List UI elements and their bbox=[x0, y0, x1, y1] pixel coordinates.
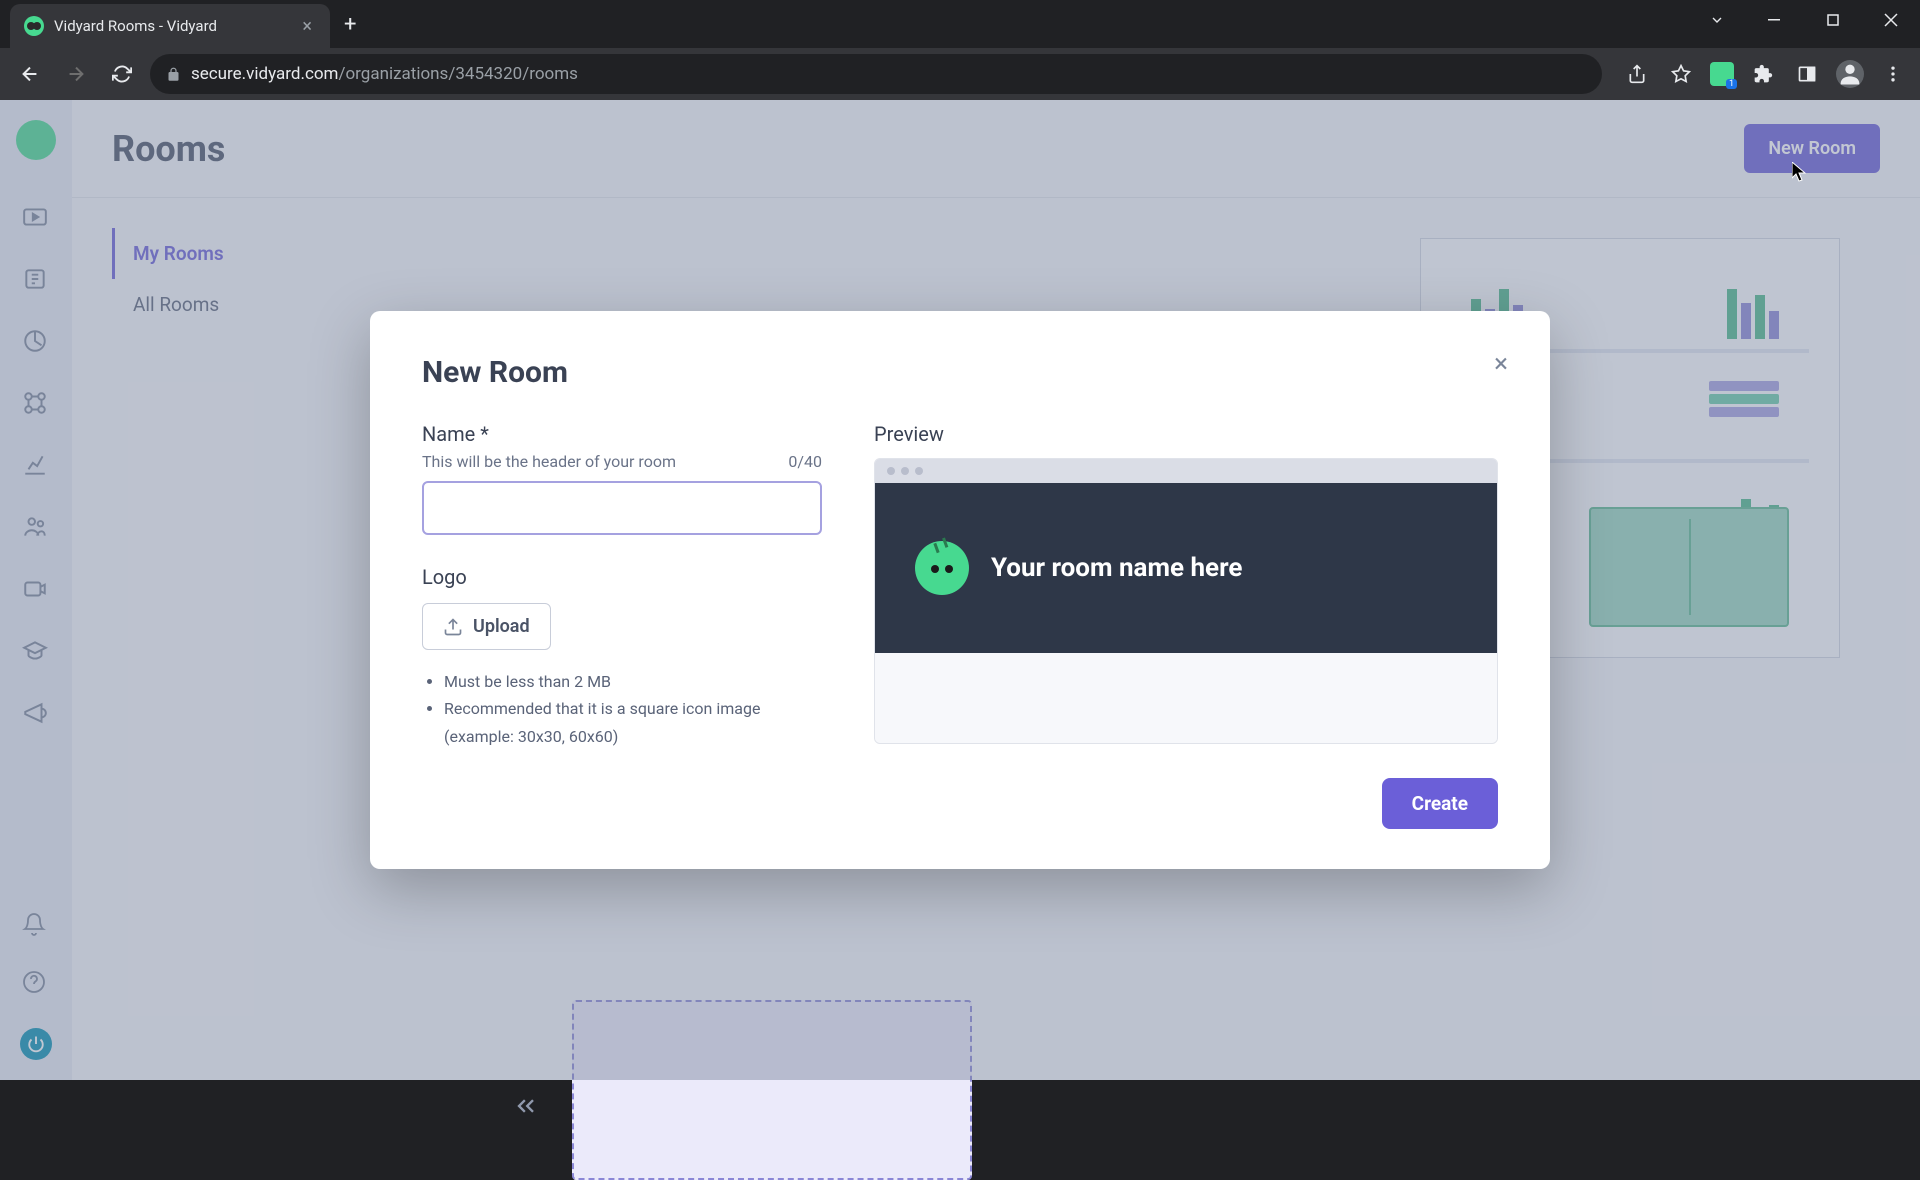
browser-chrome: Vidyard Rooms - Vidyard × + secure.vidya… bbox=[0, 0, 1920, 100]
logo-label: Logo bbox=[422, 565, 822, 589]
preview-browser-dots bbox=[875, 459, 1497, 483]
window-controls bbox=[1688, 0, 1920, 40]
form-column: Name * This will be the header of your r… bbox=[422, 422, 822, 750]
window-close-icon[interactable] bbox=[1862, 0, 1920, 40]
tab-close-icon[interactable]: × bbox=[298, 14, 316, 39]
char-count: 0/40 bbox=[788, 452, 822, 471]
req-item: Must be less than 2 MB bbox=[444, 668, 822, 695]
modal-title: New Room bbox=[422, 355, 1498, 390]
name-help-text: This will be the header of your room bbox=[422, 452, 676, 471]
preview-column: Preview Your room name here bbox=[874, 422, 1498, 750]
extensions-icon[interactable] bbox=[1748, 59, 1778, 89]
room-name-input[interactable] bbox=[422, 481, 822, 535]
bookmark-star-icon[interactable] bbox=[1666, 59, 1696, 89]
preview-header: Your room name here bbox=[875, 483, 1497, 653]
side-panel-icon[interactable] bbox=[1792, 59, 1822, 89]
logo-requirements: Must be less than 2 MB Recommended that … bbox=[422, 668, 822, 750]
preview-frame: Your room name here bbox=[874, 458, 1498, 744]
tab-favicon-icon bbox=[24, 16, 44, 36]
name-label: Name * bbox=[422, 422, 822, 446]
preview-label: Preview bbox=[874, 422, 1498, 446]
extension-vidyard-icon[interactable]: 1 bbox=[1710, 62, 1734, 86]
url-field[interactable]: secure.vidyard.com/organizations/3454320… bbox=[150, 54, 1602, 94]
upload-logo-button[interactable]: Upload bbox=[422, 603, 551, 650]
modal-close-button[interactable]: × bbox=[1494, 349, 1508, 379]
tab-title: Vidyard Rooms - Vidyard bbox=[54, 17, 288, 35]
upload-icon bbox=[443, 617, 463, 637]
collapse-sidebar-icon[interactable] bbox=[512, 1092, 540, 1120]
new-room-modal: New Room × Name * This will be the heade… bbox=[370, 311, 1550, 869]
lock-icon bbox=[166, 67, 181, 82]
share-icon[interactable] bbox=[1622, 59, 1652, 89]
preview-room-name: Your room name here bbox=[991, 553, 1242, 583]
app-root: Rooms New Room My Rooms All Rooms bbox=[0, 100, 1920, 1080]
nav-forward-button[interactable] bbox=[58, 56, 94, 92]
req-item: Recommended that it is a square icon ima… bbox=[444, 695, 822, 749]
preview-body bbox=[875, 653, 1497, 743]
tab-search-icon[interactable] bbox=[1688, 0, 1746, 40]
modal-overlay[interactable]: New Room × Name * This will be the heade… bbox=[0, 100, 1920, 1080]
address-bar: secure.vidyard.com/organizations/3454320… bbox=[0, 48, 1920, 100]
profile-avatar-icon[interactable] bbox=[1836, 60, 1864, 88]
nav-reload-button[interactable] bbox=[104, 56, 140, 92]
browser-tab[interactable]: Vidyard Rooms - Vidyard × bbox=[10, 4, 330, 48]
new-tab-button[interactable]: + bbox=[344, 12, 356, 37]
tab-bar: Vidyard Rooms - Vidyard × + bbox=[0, 0, 1920, 48]
window-maximize-icon[interactable] bbox=[1804, 0, 1862, 40]
nav-back-button[interactable] bbox=[12, 56, 48, 92]
kebab-menu-icon[interactable] bbox=[1878, 59, 1908, 89]
window-minimize-icon[interactable] bbox=[1746, 0, 1804, 40]
upload-label: Upload bbox=[473, 616, 530, 637]
url-text: secure.vidyard.com/organizations/3454320… bbox=[191, 64, 578, 84]
create-button[interactable]: Create bbox=[1382, 778, 1498, 829]
preview-logo-icon bbox=[915, 541, 969, 595]
